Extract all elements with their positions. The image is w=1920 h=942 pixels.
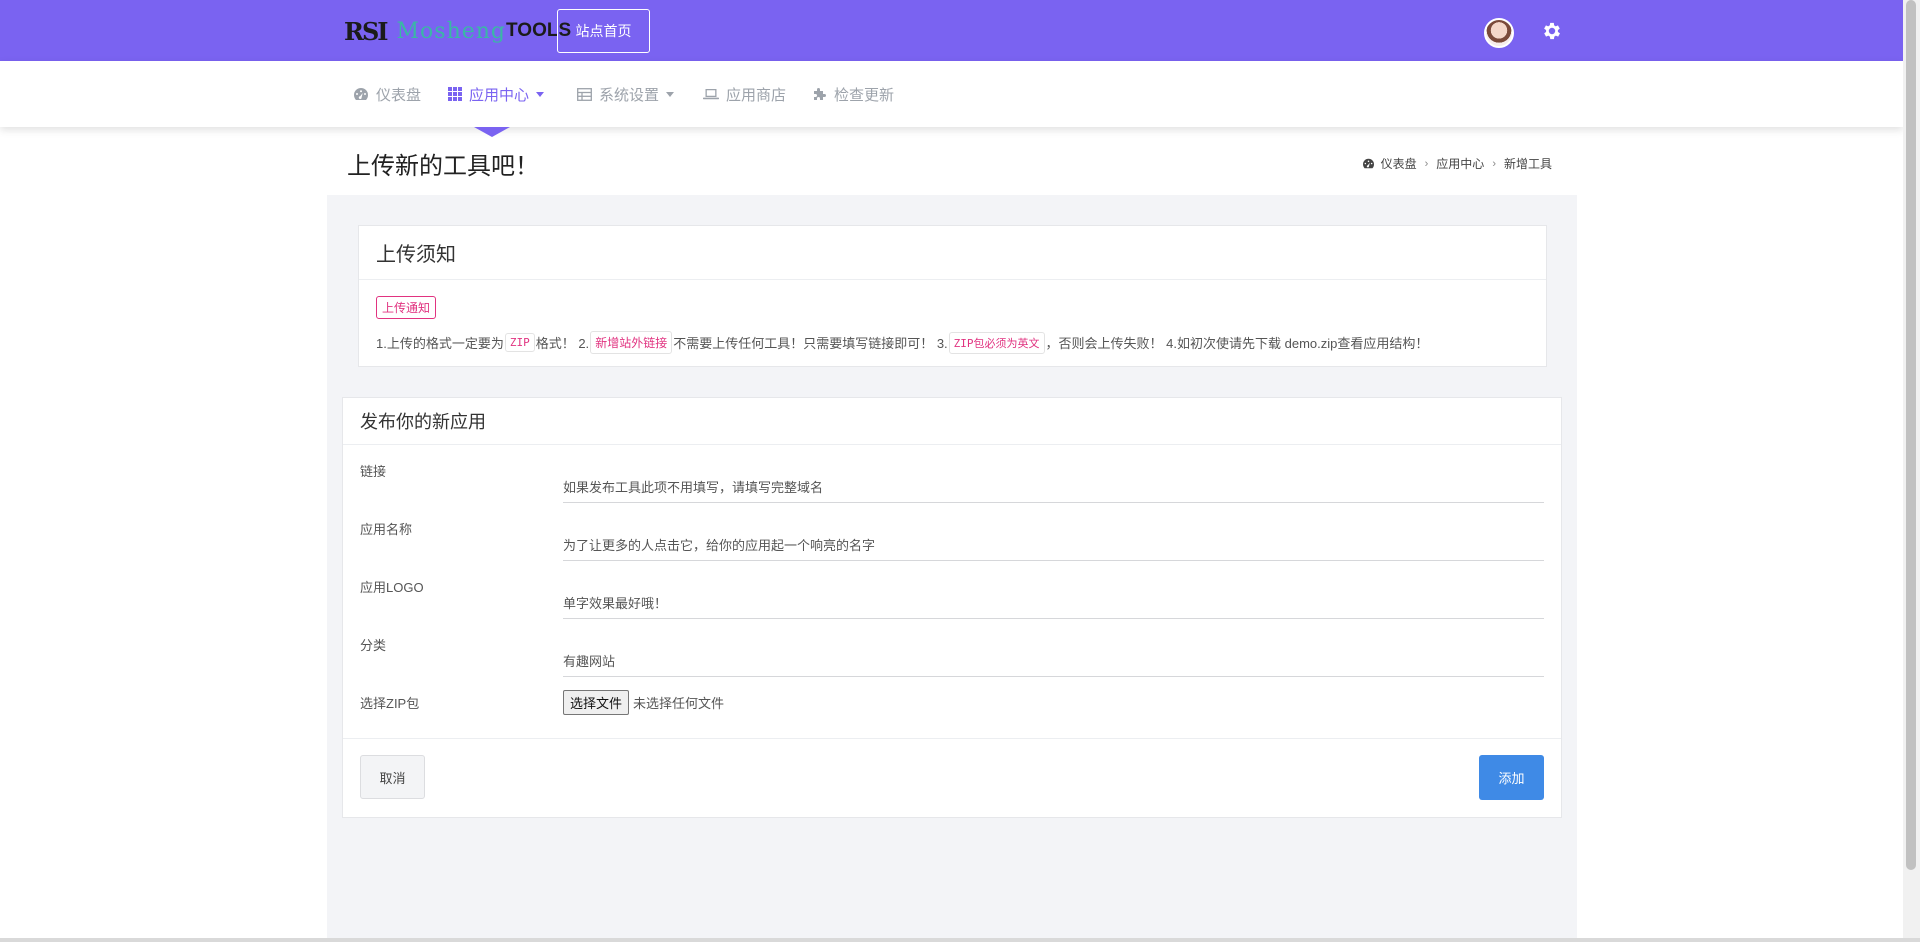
file-picker: 选择文件 未选择任何文件 <box>563 690 724 715</box>
notice-code-zip-english: ZIP包必须为英文 <box>948 331 1045 354</box>
nav-label-system-settings: 系统设置 <box>599 86 660 104</box>
form-row-app-logo: 应用LOGO <box>343 577 1561 627</box>
breadcrumb-separator-icon: › <box>1424 157 1429 170</box>
nav-item-check-update[interactable]: 检查更新 <box>813 61 894 127</box>
notice-part-4: ，否则会上传失败！ 4.如初次使请先下载 demo.zip查看应用结构！ <box>1045 336 1429 351</box>
form-row-link: 链接 <box>343 461 1561 511</box>
zip-file-label: 选择ZIP包 <box>360 696 420 711</box>
scrollbar-thumb[interactable] <box>1906 0 1916 870</box>
app-logo-label: 应用LOGO <box>360 580 424 595</box>
puzzle-icon <box>814 88 826 100</box>
chevron-down-icon <box>536 91 545 97</box>
breadcrumb: 仪表盘 › 应用中心 › 新增工具 <box>1362 155 1552 172</box>
laptop-icon <box>703 89 719 100</box>
add-button[interactable]: 添加 <box>1479 755 1544 800</box>
grid-icon <box>448 87 462 101</box>
upload-notice-card: 上传须知 上传通知 1.上传的格式一定要为 ZIP 格式！ 2. 新增站外链接 … <box>358 225 1547 367</box>
bottom-edge <box>0 938 1920 942</box>
dashboard-icon <box>1362 158 1374 169</box>
notice-part-1: 1.上传的格式一定要为 <box>376 336 504 351</box>
form-row-zip-file: 选择ZIP包 选择文件 未选择任何文件 <box>343 690 1561 743</box>
nav-item-dashboard[interactable]: 仪表盘 <box>353 61 421 127</box>
category-label: 分类 <box>360 638 387 653</box>
app-logo-input[interactable] <box>563 589 1544 619</box>
dashboard-icon <box>354 88 369 100</box>
link-label: 链接 <box>360 464 387 479</box>
notice-tag-external-link: 新增站外链接 <box>590 331 673 354</box>
nav-item-app-store[interactable]: 应用商店 <box>703 61 786 127</box>
category-input[interactable] <box>563 647 1544 677</box>
chevron-down-icon <box>666 91 675 97</box>
top-bar: RSI Mosheng TOOLS 站点首页 <box>0 0 1903 61</box>
main-nav: 仪表盘 应用中心 系统设置 应用商店 检查更新 <box>0 61 1903 127</box>
form-row-app-name: 应用名称 <box>343 519 1561 569</box>
form-card-title: 发布你的新应用 <box>343 398 1561 445</box>
notice-text: 1.上传的格式一定要为 ZIP 格式！ 2. 新增站外链接 不需要上传任何工具！… <box>376 331 1428 354</box>
nav-label-dashboard: 仪表盘 <box>376 86 422 104</box>
form-footer: 取消 添加 <box>343 738 1561 818</box>
gear-icon[interactable] <box>1541 20 1563 42</box>
page-scrollbar[interactable] <box>1903 0 1920 942</box>
breadcrumb-item-new-tool: 新增工具 <box>1503 157 1552 171</box>
link-input[interactable] <box>563 473 1544 503</box>
nav-label-app-center: 应用中心 <box>469 86 530 104</box>
nav-label-app-store: 应用商店 <box>726 86 787 104</box>
nav-item-app-center[interactable]: 应用中心 <box>448 61 545 127</box>
notice-badge: 上传通知 <box>376 296 437 319</box>
nav-label-check-update: 检查更新 <box>834 86 895 104</box>
active-nav-pointer <box>474 127 510 137</box>
cancel-button[interactable]: 取消 <box>360 755 425 799</box>
choose-file-button[interactable]: 选择文件 <box>563 690 630 715</box>
brand-logo[interactable]: RSI Mosheng TOOLS <box>344 14 571 48</box>
brand-mark: RSI <box>344 16 388 46</box>
breadcrumb-item-app-center[interactable]: 应用中心 <box>1436 155 1484 172</box>
breadcrumb-separator-icon: › <box>1492 157 1496 170</box>
nav-item-system-settings[interactable]: 系统设置 <box>577 61 675 127</box>
notice-code-zip: ZIP <box>504 333 535 352</box>
breadcrumb-item-dashboard[interactable]: 仪表盘 <box>1381 155 1417 172</box>
site-home-button[interactable]: 站点首页 <box>557 9 650 53</box>
notice-part-3: 不需要上传任何工具！只需要填写链接即可！ 3. <box>673 336 948 351</box>
app-name-input[interactable] <box>563 531 1544 561</box>
notice-part-2: 格式！ 2. <box>535 336 590 351</box>
user-avatar[interactable] <box>1484 18 1514 48</box>
brand-word: Mosheng <box>396 18 507 44</box>
publish-app-card: 发布你的新应用 链接 应用名称 应用LOGO 分类 选择ZIP包 选择文件 未选… <box>342 397 1562 818</box>
form-row-category: 分类 <box>343 635 1561 685</box>
notice-card-title: 上传须知 <box>359 226 1546 280</box>
page-title: 上传新的工具吧！ <box>347 153 539 180</box>
table-icon <box>577 87 592 101</box>
file-status: 未选择任何文件 <box>633 696 725 711</box>
app-name-label: 应用名称 <box>360 522 413 537</box>
